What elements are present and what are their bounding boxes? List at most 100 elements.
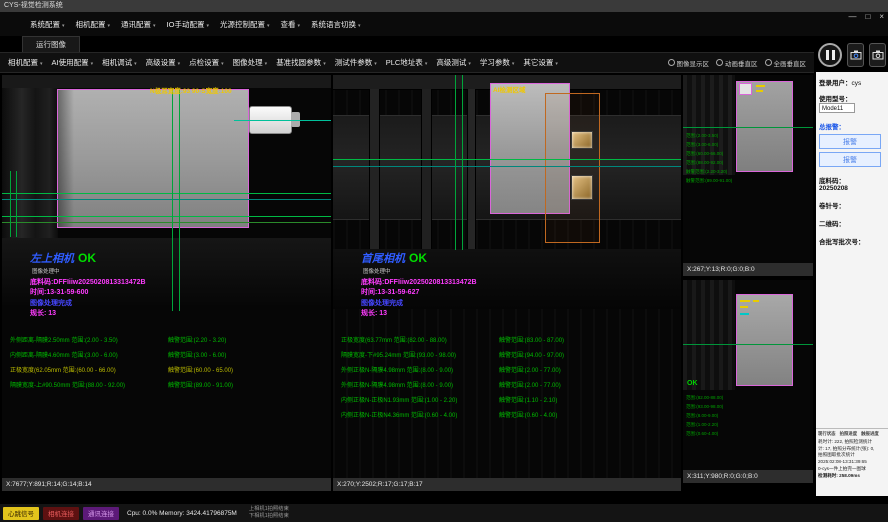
pause-icon (832, 50, 835, 60)
mini-text: 触警范围:(89.00-91.00) (686, 178, 732, 184)
toolbar-ai-config[interactable]: AI使用配置 (52, 57, 94, 68)
camera-view-middle[interactable]: AI检测区域 首尾相机OK 图像处理中 底料码:DFFIiiw202502081… (333, 75, 681, 478)
mini-text: 范围:(1.00-2.20) (686, 422, 718, 428)
toolbar-camera-debug[interactable]: 相机调试 (102, 57, 137, 68)
measure-line (2, 193, 331, 194)
annotation-mark (756, 90, 763, 92)
menu-item-io-config[interactable]: IO手动配置 (167, 19, 209, 30)
stats-header-2: 拍照进度 (840, 431, 858, 438)
camera-button-1[interactable] (847, 43, 864, 67)
tab-contact (571, 175, 593, 200)
measure-line (179, 89, 180, 311)
shading (58, 90, 74, 227)
barcode-text: 底料码:DFFIiiw2025020813313472B (361, 277, 477, 287)
camera-button-2[interactable] (869, 43, 886, 67)
measurement-row: 内侧正极N-正极N1.93mm 范围:(1.00 - 2.20)触警范围:(1.… (341, 395, 457, 404)
camera-icon (872, 50, 884, 60)
machine-post (467, 89, 476, 249)
alarm-label: 总报警： (819, 121, 885, 131)
measure-line (462, 75, 463, 250)
ai-roi-box (545, 93, 600, 243)
pixel-readout-small-top: X:267;Y:13;R:0;G:0;B:0 (683, 263, 813, 276)
view-mode-vertical[interactable]: 动画垂直区 (716, 58, 758, 68)
status-ok: OK (409, 251, 427, 265)
alarm-box-2[interactable]: 报警 (819, 152, 881, 167)
camera-connection-indicator: 相机连接 (43, 507, 79, 520)
annotation-text: N极耳宽度:93 90-S宽度:100 (150, 85, 232, 95)
pause-button[interactable] (818, 43, 842, 67)
mini-text: 范围:(82.00-88.00) (686, 395, 723, 401)
measurement-row: 正极宽度(63.77mm 范围:(82.00 - 88.00)触警范围:(83.… (341, 335, 447, 344)
toolbar-plc-table[interactable]: PLC地址表 (386, 57, 428, 68)
model-select[interactable]: Mode11 (819, 103, 855, 113)
measure-line (333, 166, 681, 167)
menu-item-camera-config[interactable]: 相机配置 (76, 19, 111, 30)
process-done-text: 图像处理完成 (361, 298, 403, 308)
toolbar: 相机配置 AI使用配置 相机调试 高级设置 点检设置 图像处理 基准找圆参数 测… (0, 52, 814, 73)
toolbar-advanced-test[interactable]: 高级测试 (436, 57, 471, 68)
toolbar-image-process[interactable]: 图像处理 (233, 57, 268, 68)
maximize-button[interactable]: □ (865, 11, 870, 23)
measurement-row: 外侧距离-隔膜2.50mm 范围:(2.00 - 3.50)触警范围:(2.20… (10, 335, 118, 344)
roi-marker (739, 83, 752, 95)
toolbar-learn-params[interactable]: 学习参数 (480, 57, 515, 68)
toolbar-other-settings[interactable]: 其它设置 (523, 57, 558, 68)
length-text: 规长: 13 (361, 308, 387, 318)
toolbar-spot-check[interactable]: 点检设置 (189, 57, 224, 68)
mini-text: 范围:(2.00-3.50) (686, 133, 718, 139)
camera-controls (816, 38, 888, 72)
menu-item-light-config[interactable]: 光源控制配置 (220, 19, 270, 30)
mini-text: 范围:(3.00-6.00) (686, 142, 718, 148)
menu-item-view[interactable]: 查看 (281, 19, 301, 30)
camera-view-left[interactable]: N极耳宽度:93 90-S宽度:100 左上相机OK 图像处理中 底料码:DFF… (2, 75, 331, 478)
toolbar-advanced-settings[interactable]: 高级设置 (146, 57, 181, 68)
measure-line (234, 120, 331, 121)
mini-text: 范围:(0.60-4.00) (686, 431, 718, 437)
annotation-mark (740, 306, 748, 308)
camera-icon (850, 50, 862, 60)
toolbar-camera-config[interactable]: 相机配置 (8, 57, 43, 68)
alarm-box-1[interactable]: 报警 (819, 134, 881, 149)
camera-view-small-top[interactable]: 范围:(2.00-3.50) 范围:(3.00-6.00) 范围:(60.00-… (683, 75, 813, 263)
pixel-readout-middle: X:270;Y:2502;R:17;G:17;B:17 (333, 478, 681, 491)
annotation-mark (740, 300, 750, 302)
view-mode-full[interactable]: 全画垂直区 (765, 58, 807, 68)
measure-line (683, 127, 813, 128)
batch-number-label: 合批写批次号： (819, 236, 885, 246)
pin-number-label: 卷针号： (819, 200, 885, 210)
tab-contact (571, 131, 593, 149)
time-text: 时间:13-31-59-627 (361, 287, 419, 297)
window-title: CYS-视觉检测系统 (4, 2, 63, 9)
app-window: CYS-视觉检测系统 — □ × 系统配置 相机配置 通讯配置 IO手动配置 光… (0, 0, 888, 522)
camera-view-small-bottom[interactable]: OK 范围:(82.00-88.00) 范围:(93.00-98.00) 范围:… (683, 280, 813, 470)
measurement-row: 内侧距离-隔膜4.60mm 范围:(3.00 - 6.00)触警范围:(3.00… (10, 350, 118, 359)
camera-title: 左上相机 (30, 253, 74, 265)
model-label: 使用型号： (819, 96, 852, 103)
pause-icon (826, 50, 829, 60)
menu-item-language[interactable]: 系统语言切换 (311, 19, 361, 30)
toolbar-test-params[interactable]: 测试件参数 (335, 57, 377, 68)
measure-line (2, 199, 331, 200)
measure-line (683, 344, 813, 345)
length-text: 规长: 13 (30, 308, 56, 318)
mini-text: 触警范围:(2.20-3.20) (686, 169, 727, 175)
menu-item-comm-config[interactable]: 通讯配置 (121, 19, 156, 30)
pixel-readout-small-bottom: X:311;Y:980;R:0;G:0;B:0 (683, 470, 813, 483)
camera-title: 首尾相机 (361, 253, 405, 265)
minimize-button[interactable]: — (848, 11, 856, 23)
toolbar-datum-params[interactable]: 基准找圆参数 (276, 57, 326, 68)
status-ok: OK (78, 251, 96, 265)
measure-line (333, 159, 681, 160)
status-ok: OK (687, 380, 698, 387)
measure-line (16, 171, 17, 237)
cpu-memory-readout: Cpu: 0.0% Memory: 3424.41796875M (127, 510, 237, 517)
menu-item-system-config[interactable]: 系统配置 (30, 19, 65, 30)
measure-line (455, 75, 456, 250)
status-bar: 心跳信号 相机连接 通讯连接 Cpu: 0.0% Memory: 3424.41… (0, 504, 888, 522)
close-button[interactable]: × (879, 11, 884, 23)
machine-post (369, 89, 380, 249)
mini-text: 范围:(60.00-66.00) (686, 151, 723, 157)
tab-run-image[interactable]: 运行图像 (22, 36, 80, 52)
measurement-row: 隔膜宽度-下#95.24mm 范围:(93.00 - 98.00)触警范围:(9… (341, 350, 456, 359)
view-mode-display[interactable]: 图像显示区 (668, 58, 710, 68)
